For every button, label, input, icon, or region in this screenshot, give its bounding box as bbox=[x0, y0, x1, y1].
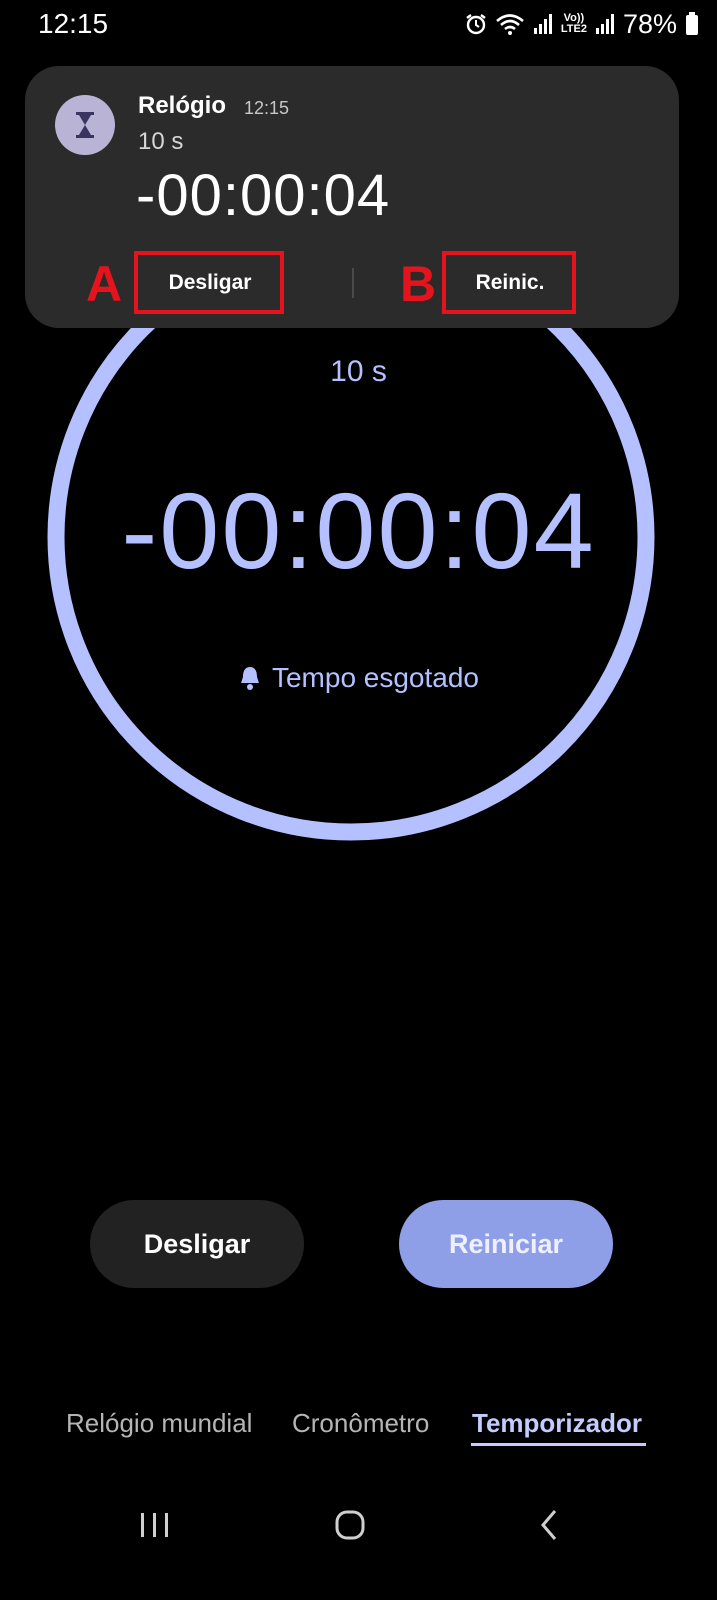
alarm-icon bbox=[466, 14, 486, 35]
notification-timestamp: 12:15 bbox=[244, 98, 290, 118]
bell-icon bbox=[240, 667, 259, 690]
wifi-icon bbox=[496, 14, 524, 35]
active-tab-indicator bbox=[471, 1443, 646, 1446]
notification-app-icon bbox=[55, 95, 115, 155]
dismiss-button[interactable]: Desligar bbox=[90, 1200, 304, 1288]
status-icons: Vo)) LTE2 78% bbox=[465, 6, 699, 42]
battery-percent: 78% bbox=[622, 8, 677, 39]
timer-status: Tempo esgotado bbox=[0, 662, 717, 694]
signal-icon bbox=[595, 14, 614, 34]
tab-stopwatch[interactable]: Cronômetro bbox=[292, 1408, 429, 1439]
tab-world-clock[interactable]: Relógio mundial bbox=[66, 1408, 252, 1439]
signal-icon bbox=[533, 14, 552, 34]
notification-app-name: Relógio bbox=[138, 92, 226, 119]
notification-countdown: -00:00:04 bbox=[136, 163, 391, 228]
home-icon[interactable] bbox=[333, 1505, 369, 1545]
hourglass-icon bbox=[76, 112, 94, 138]
timer-status-label: Tempo esgotado bbox=[271, 662, 480, 693]
timer-countdown: -00:00:04 bbox=[121, 470, 596, 591]
status-time: 12:15 bbox=[38, 8, 109, 39]
lte-label: LTE2 bbox=[560, 23, 587, 35]
annotation-box-a bbox=[134, 251, 284, 314]
recent-apps-icon[interactable] bbox=[138, 1505, 172, 1545]
notification-subtitle: 10 s bbox=[138, 128, 184, 155]
back-icon[interactable] bbox=[537, 1505, 563, 1545]
annotation-label-a: A bbox=[86, 256, 123, 312]
timer-notification[interactable]: Relógio 12:15 10 s -00:00:04 Desligar Re… bbox=[25, 66, 679, 328]
annotation-label-b: B bbox=[400, 256, 437, 312]
battery-icon bbox=[686, 12, 698, 35]
volte-icon: Vo)) LTE2 bbox=[561, 13, 587, 35]
timer-duration: 10 s bbox=[330, 355, 387, 388]
restart-button[interactable]: Reiniciar bbox=[399, 1200, 613, 1288]
notification-action-divider bbox=[352, 268, 354, 298]
tab-timer[interactable]: Temporizador bbox=[472, 1408, 642, 1439]
annotation-box-b bbox=[442, 251, 576, 314]
